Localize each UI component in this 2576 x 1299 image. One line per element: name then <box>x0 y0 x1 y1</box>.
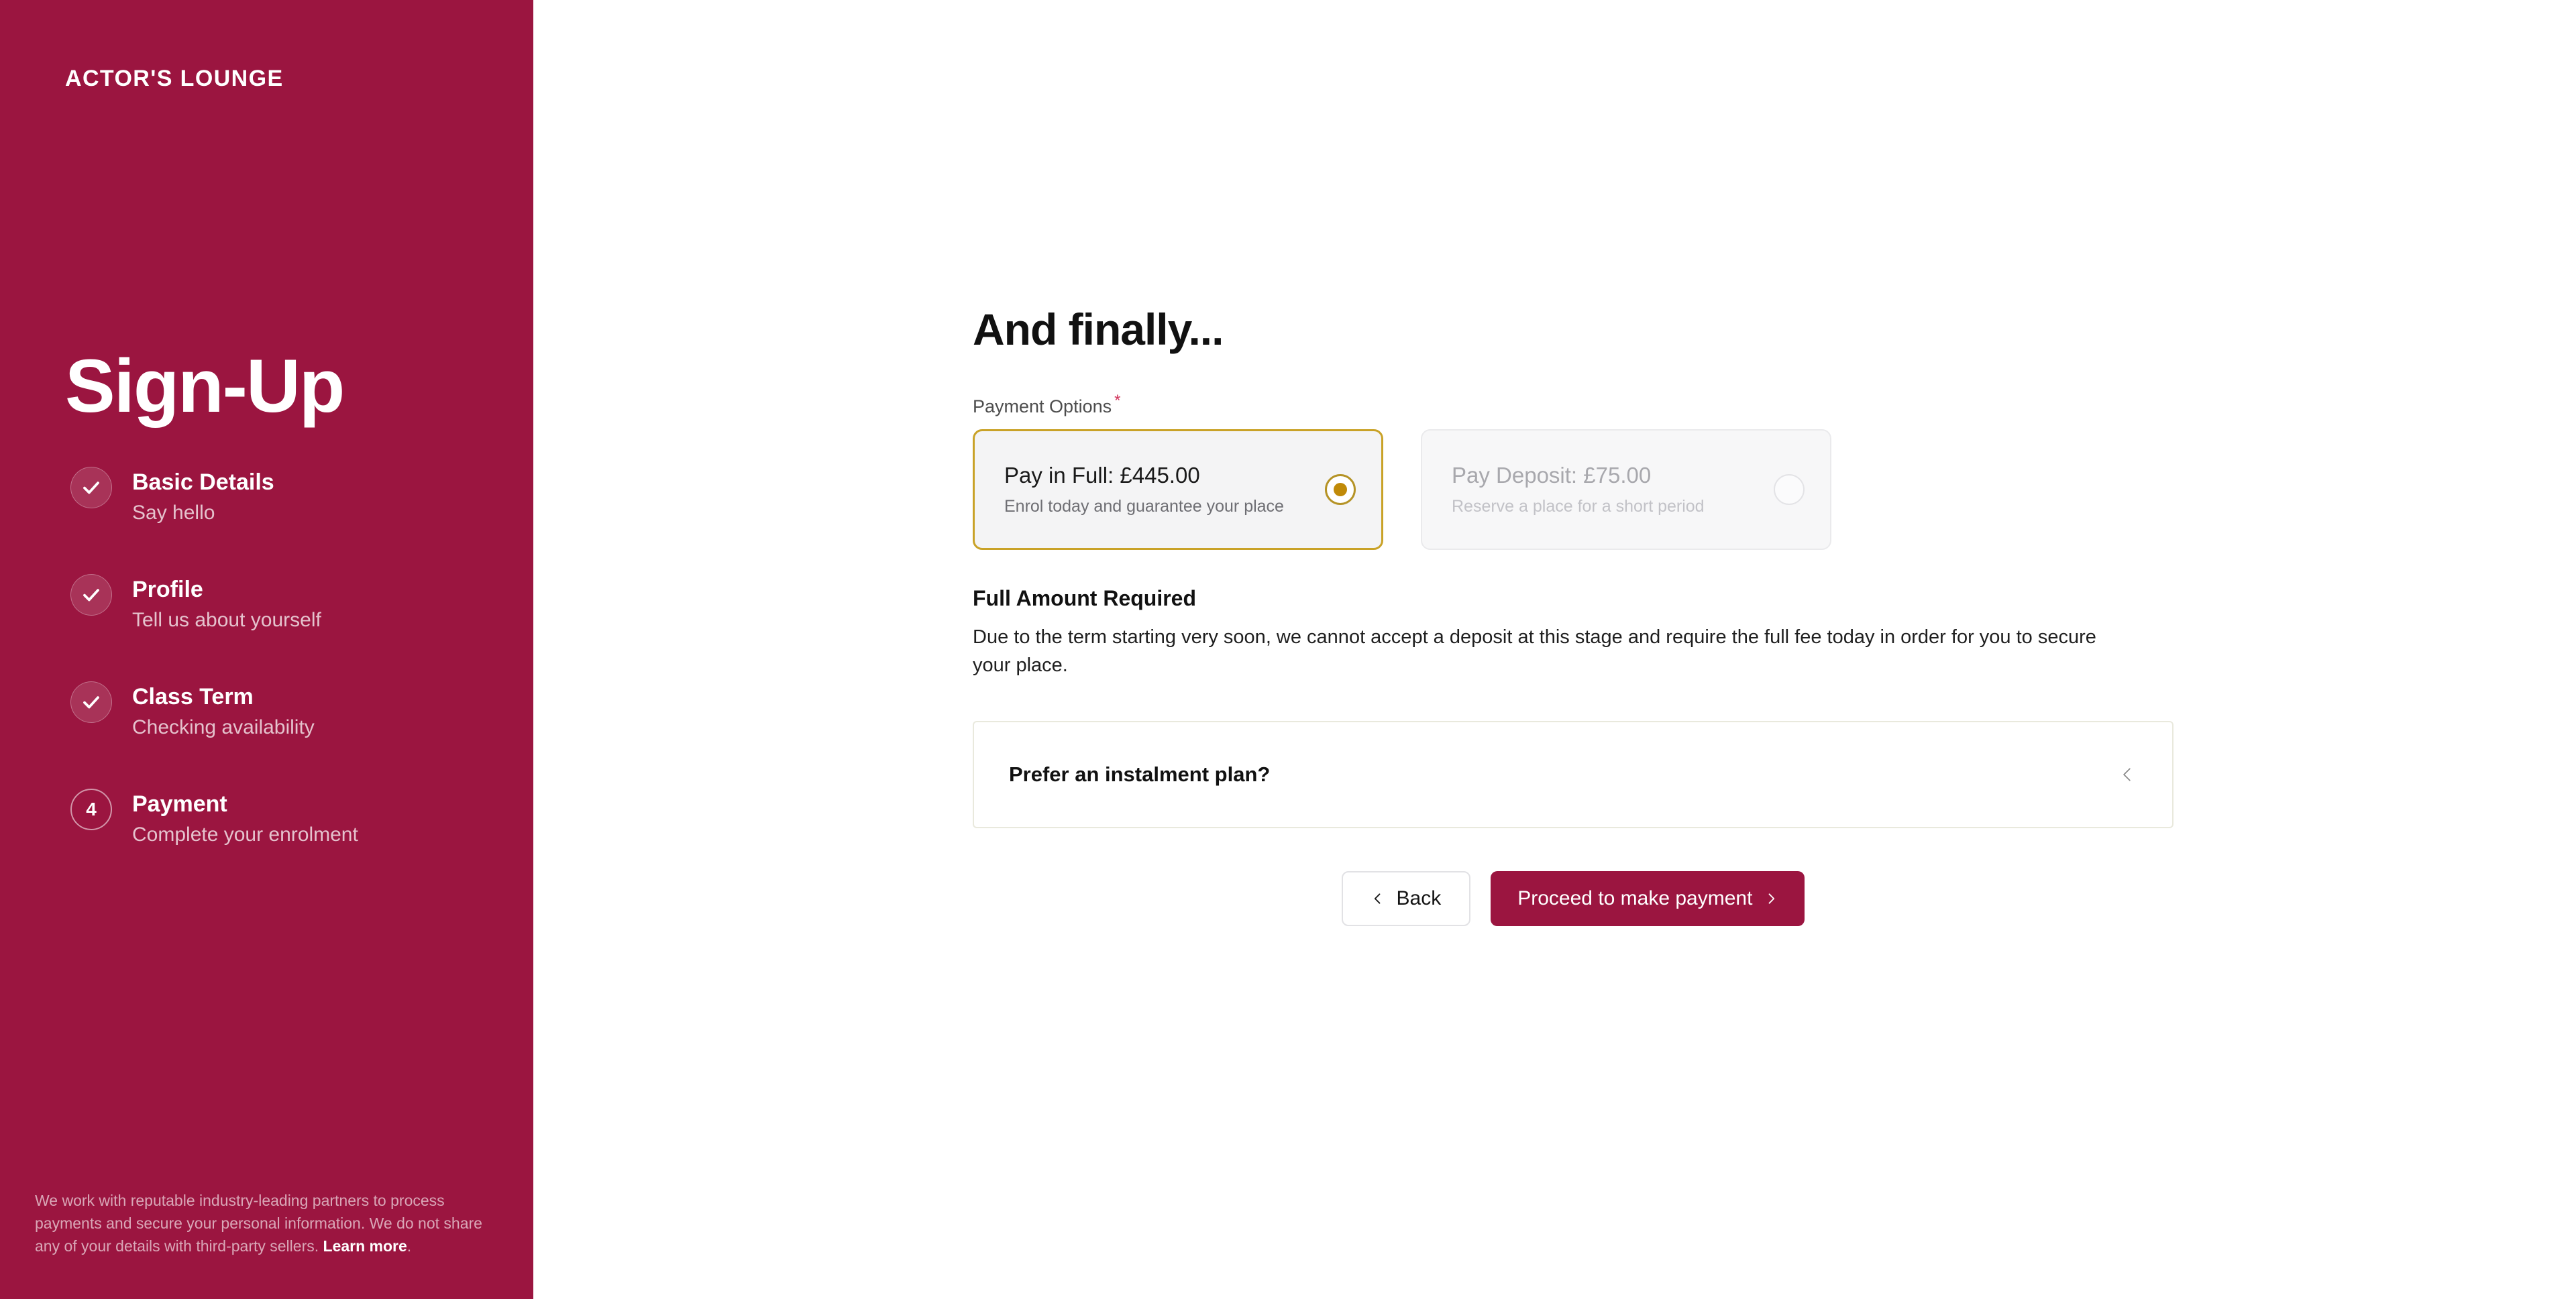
full-amount-notice: Full Amount Required Due to the term sta… <box>973 586 2174 679</box>
step-sublabel: Checking availability <box>132 716 315 738</box>
step-marker: 4 <box>65 789 117 830</box>
chevron-left-icon[interactable] <box>2118 766 2136 783</box>
page-title: Sign-Up <box>65 344 345 428</box>
step-sublabel: Tell us about yourself <box>132 608 321 631</box>
step-sublabel: Complete your enrolment <box>132 823 358 846</box>
option-sublabel: Enrol today and guarantee your place <box>1004 496 1284 516</box>
chevron-left-icon <box>1374 893 1380 904</box>
sidebar-content: Sign-Up Basic Details Say hello Profile … <box>65 349 506 848</box>
required-asterisk: * <box>1114 391 1121 410</box>
step-text: Payment Complete your enrolment <box>117 789 358 848</box>
learn-more-link[interactable]: Learn more <box>323 1237 407 1255</box>
step-marker <box>65 467 117 508</box>
form-actions: Back Proceed to make payment <box>973 870 2174 926</box>
radio-selected-icon[interactable] <box>1325 473 1356 505</box>
proceed-to-payment-button[interactable]: Proceed to make payment <box>1491 870 1805 926</box>
step-label: Profile <box>132 577 203 602</box>
brand-logo: ACTOR'S LOUNGE <box>65 66 284 91</box>
payment-options-label-text: Payment Options <box>973 396 1112 416</box>
payment-option-pay-deposit: Pay Deposit: £75.00 Reserve a place for … <box>1421 429 1831 550</box>
payment-options-label: Payment Options * <box>973 392 2174 417</box>
step-label: Payment <box>132 791 227 817</box>
signup-payment-page: ACTOR'S LOUNGE Sign-Up Basic Details Say… <box>0 0 2576 1299</box>
radio-unselected-icon <box>1774 473 1805 505</box>
option-title: Pay Deposit: £75.00 <box>1452 462 1652 488</box>
check-icon <box>83 482 99 494</box>
step-status-circle: 4 <box>70 789 112 830</box>
chevron-right-icon <box>1769 893 1775 904</box>
main-heading: And finally... <box>973 304 1224 354</box>
step-marker <box>65 574 117 616</box>
check-icon <box>83 696 99 709</box>
instalment-plan-accordion[interactable]: Prefer an instalment plan? <box>973 720 2174 828</box>
step-number: 4 <box>86 799 97 820</box>
sidebar-step-class-term[interactable]: Class Term Checking availability <box>65 681 506 789</box>
notice-body: Due to the term starting very soon, we c… <box>973 626 2096 676</box>
check-icon <box>83 589 99 602</box>
step-label: Class Term <box>132 684 254 710</box>
step-status-circle <box>70 681 112 723</box>
back-button[interactable]: Back <box>1341 870 1471 926</box>
option-text: Pay Deposit: £75.00 Reserve a place for … <box>1452 461 1705 518</box>
step-status-circle <box>70 467 112 508</box>
main-content: And finally... Payment Options * Pay in F… <box>533 0 2576 1299</box>
sidebar-step-payment[interactable]: 4 Payment Complete your enrolment <box>65 789 506 848</box>
option-sublabel: Reserve a place for a short period <box>1452 496 1705 516</box>
proceed-button-label: Proceed to make payment <box>1517 887 1753 909</box>
legal-suffix: . <box>407 1237 412 1255</box>
step-text: Class Term Checking availability <box>117 681 315 741</box>
step-label: Basic Details <box>132 469 274 495</box>
step-marker <box>65 681 117 723</box>
step-progress-list: Basic Details Say hello Profile Tell us … <box>65 467 506 848</box>
step-sublabel: Say hello <box>132 501 215 524</box>
sidebar-legal-footer: We work with reputable industry-leading … <box>35 1189 498 1257</box>
sidebar-step-basic-details[interactable]: Basic Details Say hello <box>65 467 506 574</box>
accordion-title: Prefer an instalment plan? <box>1009 762 1271 786</box>
form-container: And finally... Payment Options * Pay in F… <box>973 305 2174 926</box>
notice-title: Full Amount Required <box>973 585 1197 610</box>
step-text: Basic Details Say hello <box>117 467 274 526</box>
sidebar: ACTOR'S LOUNGE Sign-Up Basic Details Say… <box>0 0 533 1299</box>
sidebar-step-profile[interactable]: Profile Tell us about yourself <box>65 574 506 681</box>
step-status-circle <box>70 574 112 616</box>
payment-option-pay-in-full[interactable]: Pay in Full: £445.00 Enrol today and gua… <box>973 429 1383 550</box>
back-button-label: Back <box>1396 887 1442 909</box>
option-title: Pay in Full: £445.00 <box>1004 462 1200 488</box>
option-text: Pay in Full: £445.00 Enrol today and gua… <box>1004 461 1284 518</box>
step-text: Profile Tell us about yourself <box>117 574 321 634</box>
payment-options-group: Pay in Full: £445.00 Enrol today and gua… <box>973 429 2174 550</box>
legal-text: We work with reputable industry-leading … <box>35 1191 482 1255</box>
